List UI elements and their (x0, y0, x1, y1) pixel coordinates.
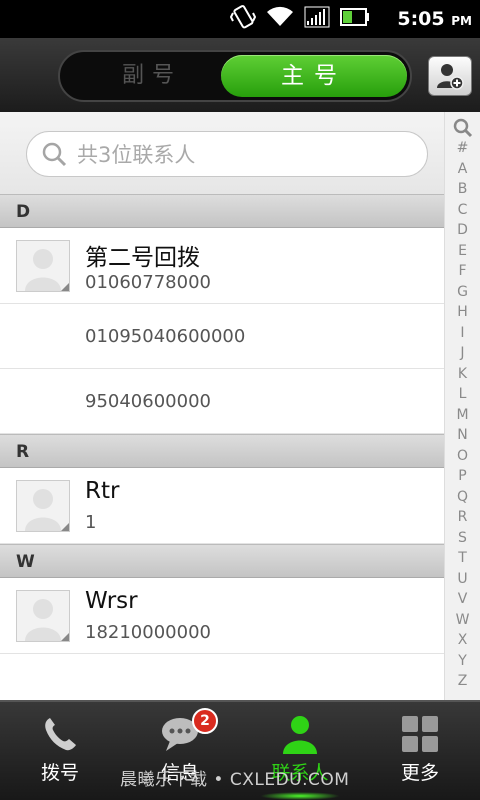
index-letter[interactable]: Z (458, 671, 468, 692)
index-letter[interactable]: X (458, 630, 468, 651)
section-header-d: D (0, 194, 444, 228)
number-switch: 副号 主号 (58, 50, 412, 102)
status-icons (230, 5, 370, 29)
index-letter[interactable]: Q (457, 487, 468, 508)
avatar (16, 590, 70, 642)
index-letter[interactable]: D (457, 220, 468, 241)
avatar (16, 480, 70, 532)
index-letter[interactable]: A (458, 159, 468, 180)
index-letter[interactable]: J (460, 343, 464, 364)
section-header-r: R (0, 434, 444, 468)
alphabet-index[interactable]: # A B C D E F G H I J K L M N O P Q R S T U V W X Y Z (444, 112, 480, 700)
contact-extra-number-row[interactable]: 95040600000 (0, 369, 444, 434)
watermark-text: 晨曦乐下载 • CXLEDU.COM (120, 770, 350, 790)
clock-ampm: PM (451, 14, 472, 28)
contact-row[interactable]: 第二号回拨 01060778000 (0, 228, 444, 304)
index-letter[interactable]: R (458, 507, 468, 528)
index-letter[interactable]: Y (458, 651, 467, 672)
contact-number: 1 (85, 512, 97, 533)
search-input[interactable]: 共3位联系人 (26, 131, 428, 177)
index-letter[interactable]: O (457, 446, 468, 467)
search-placeholder: 共3位联系人 (77, 143, 196, 167)
tab-secondary-number[interactable]: 副号 (72, 57, 232, 95)
index-letter[interactable]: H (457, 302, 468, 323)
add-contact-button[interactable] (428, 56, 472, 96)
contact-name: Wrsr (85, 588, 138, 614)
contact-row[interactable]: Wrsr 18210000000 (0, 578, 444, 654)
vibrate-icon (230, 5, 256, 29)
index-letter[interactable]: # (457, 138, 469, 159)
contact-extra-number-row[interactable]: 01095040600000 (0, 304, 444, 369)
contact-number: 01095040600000 (85, 326, 246, 347)
wifi-icon (267, 6, 293, 26)
clock: 5:05 PM (397, 8, 472, 30)
index-letter[interactable]: M (456, 405, 468, 426)
contact-name: 第二号回拨 (85, 245, 200, 271)
person-placeholder-icon (25, 249, 69, 291)
index-letter[interactable]: S (458, 528, 467, 549)
grid-more-icon (402, 716, 438, 752)
clock-time: 5:05 (397, 8, 445, 30)
battery-icon (340, 8, 369, 26)
index-letter[interactable]: K (458, 364, 467, 385)
person-placeholder-icon (25, 489, 69, 531)
index-letter[interactable]: N (457, 425, 467, 446)
contact-row[interactable]: Rtr 1 (0, 468, 444, 544)
signal-icon (304, 6, 330, 28)
index-letter[interactable]: V (458, 589, 468, 610)
contact-name: Rtr (85, 478, 120, 504)
add-person-icon (437, 64, 464, 90)
index-letter[interactable]: U (457, 569, 467, 590)
index-letter[interactable]: W (456, 610, 470, 631)
status-bar: 5:05 PM (0, 0, 480, 38)
person-placeholder-icon (25, 599, 69, 641)
index-letter[interactable]: E (458, 241, 467, 262)
contact-number: 95040600000 (85, 391, 211, 412)
index-search-icon[interactable] (453, 118, 473, 138)
tab-dial[interactable]: 拨号 (0, 702, 120, 800)
search-icon (42, 142, 67, 167)
search-area: 共3位联系人 (0, 112, 444, 194)
contact-list: 共3位联系人 D 第二号回拨 01060778000 0109504060000… (0, 112, 444, 700)
index-letter[interactable]: G (457, 282, 468, 303)
tab-primary-number[interactable]: 主号 (221, 55, 407, 97)
section-header-w: W (0, 544, 444, 578)
index-letter[interactable]: F (458, 261, 466, 282)
phone-icon (45, 718, 76, 751)
index-letter[interactable]: B (458, 179, 468, 200)
contact-number: 01060778000 (85, 272, 211, 293)
avatar (16, 240, 70, 292)
index-letter[interactable]: L (459, 384, 467, 405)
contact-number: 18210000000 (85, 622, 211, 643)
index-letter[interactable]: I (460, 323, 464, 344)
contacts-person-icon (283, 716, 317, 754)
top-bar: 副号 主号 (0, 38, 480, 112)
index-letter[interactable]: P (458, 466, 466, 487)
unread-badge: 2 (192, 708, 218, 734)
tab-dial-label: 拨号 (40, 762, 79, 784)
index-letter[interactable]: T (458, 548, 467, 569)
index-letter[interactable]: C (458, 200, 468, 221)
